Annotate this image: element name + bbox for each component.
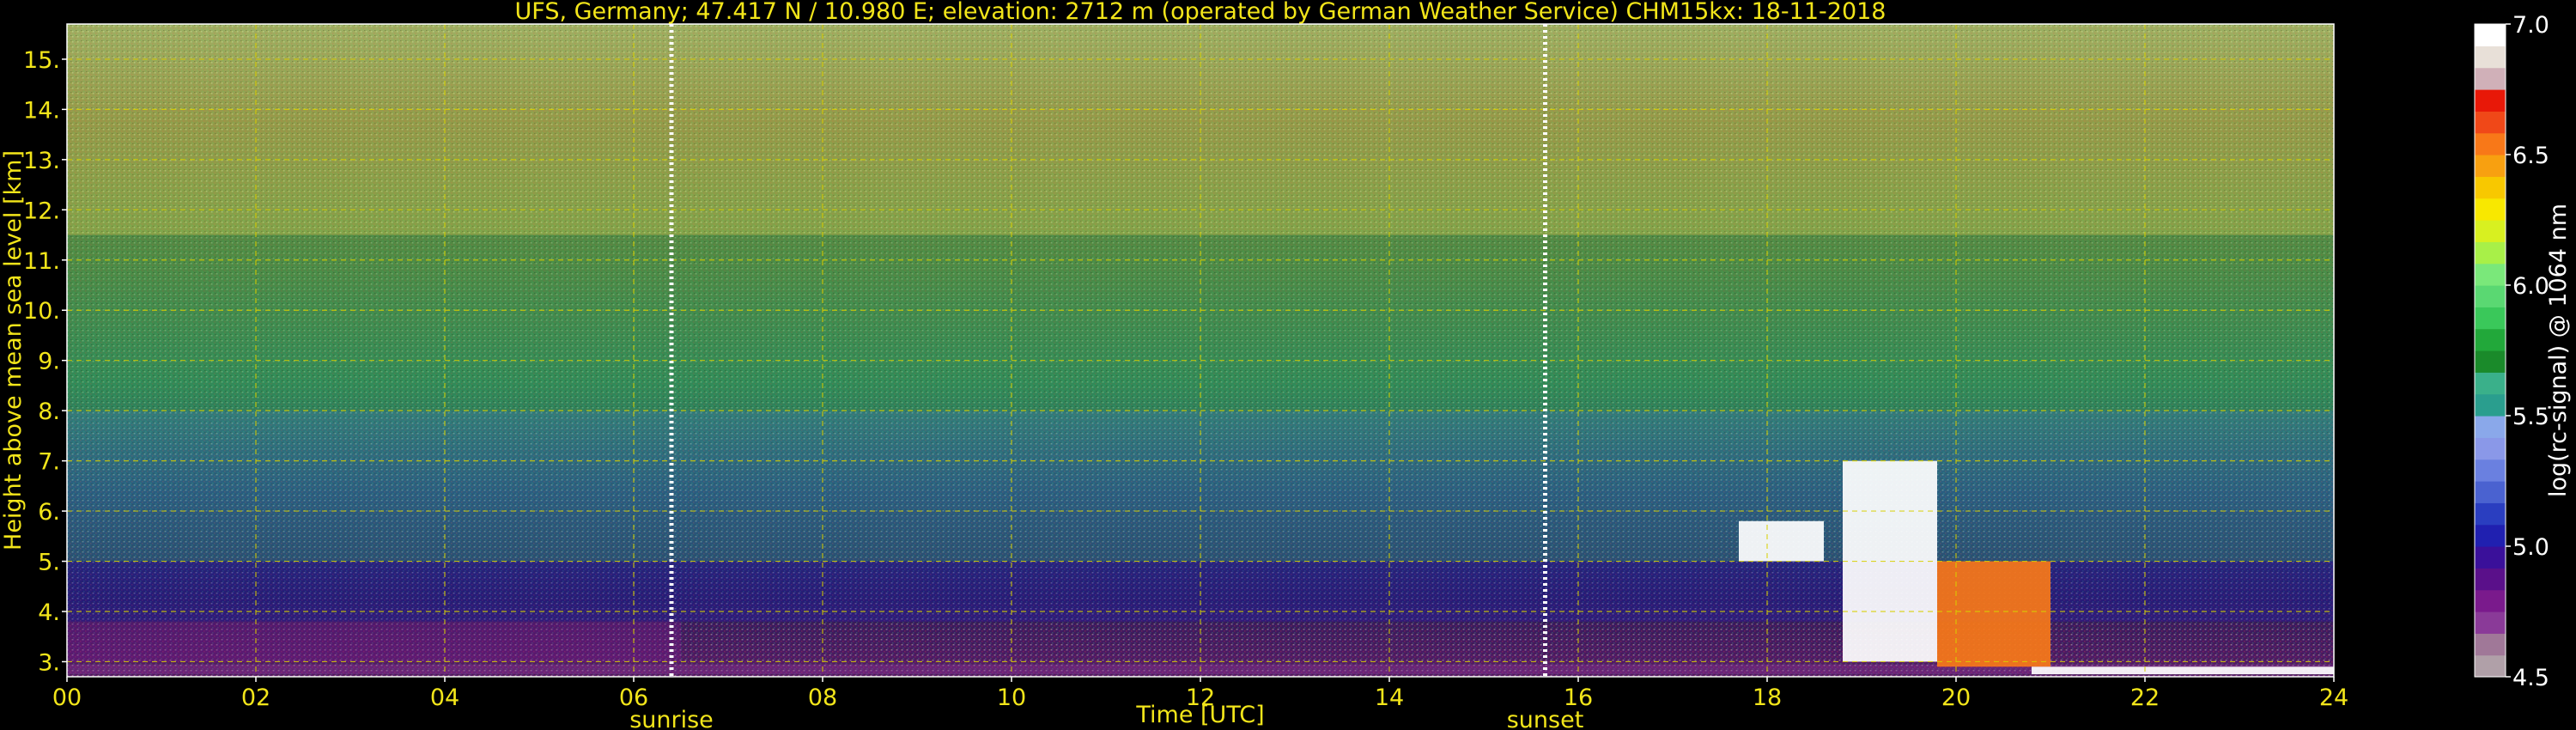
colorbar-segment-12 [2475, 393, 2506, 417]
x-axis-label: Time [UTC] [1135, 702, 1264, 728]
colorbar-segment-11 [2475, 416, 2506, 438]
colorbar-segment-22 [2475, 176, 2506, 199]
colorbar-segment-17 [2475, 285, 2506, 307]
cloud-3 [2032, 666, 2334, 675]
colorbar-segment-20 [2475, 220, 2506, 242]
colorbar-segment-10 [2475, 437, 2506, 460]
y-axis-ticks: 3. 4. 5. 6. 7. 8. 9. 10. 11. 12. 13. 14. 15. [23, 47, 67, 676]
colorbar-segment-23 [2475, 155, 2506, 177]
colorbar-segment-24 [2475, 132, 2506, 155]
colorbar-tick-label-0: 4.5 [2512, 665, 2549, 691]
colorbar-segment-6 [2475, 524, 2506, 547]
x-tick-label-2: 02 [241, 684, 270, 711]
y-tick-label-4: 4. [38, 599, 60, 626]
colorbar-tick-label-1: 5.0 [2512, 534, 2549, 561]
y-tick-label-8: 8. [38, 398, 60, 425]
x-tick-label-10: 10 [997, 684, 1026, 711]
colorbar-segment-5 [2475, 546, 2506, 569]
y-tick-label-13: 13. [23, 148, 60, 174]
colorbar-segment-18 [2475, 263, 2506, 286]
sun-event-labels: sunrise sunset [629, 707, 1583, 730]
colorbar-segment-3 [2475, 589, 2506, 612]
sun-event-label-1: sunset [1507, 707, 1584, 730]
y-tick-label-15: 15. [23, 47, 60, 74]
colorbar-segment-0 [2475, 654, 2506, 678]
colorbar-segment-2 [2475, 611, 2506, 634]
x-tick-label-4: 04 [430, 684, 459, 711]
cloud-0 [1739, 520, 1824, 562]
colorbar-label: log(rc-signal) @ 1064 nm [2545, 204, 2572, 497]
sun-event-label-0: sunrise [629, 707, 714, 730]
colorbar-segment-4 [2475, 568, 2506, 591]
colorbar-tick-label-4: 6.5 [2512, 143, 2549, 169]
colorbar-tick-label-2: 5.5 [2512, 404, 2549, 430]
colorbar-segment-9 [2475, 459, 2506, 482]
x-tick-label-22: 22 [2130, 684, 2160, 711]
x-tick-label-8: 08 [808, 684, 837, 711]
x-tick-label-0: 00 [52, 684, 82, 711]
y-tick-label-3: 3. [38, 649, 60, 676]
colorbar-segment-13 [2475, 372, 2506, 395]
colorbar-segment-29 [2475, 24, 2506, 46]
x-tick-label-14: 14 [1375, 684, 1404, 711]
colorbar-tick-label-3: 6.0 [2512, 273, 2549, 300]
y-tick-label-10: 10. [23, 298, 60, 325]
chart-title: UFS, Germany; 47.417 N / 10.980 E; eleva… [515, 0, 1886, 25]
colorbar-segment-15 [2475, 328, 2506, 351]
cloud-2 [1937, 561, 2050, 667]
colorbar-segment-1 [2475, 633, 2506, 656]
layer-1 [67, 621, 681, 662]
colorbar-segment-26 [2475, 89, 2506, 112]
colorbar-segment-7 [2475, 502, 2506, 526]
x-tick-label-18: 18 [1753, 684, 1782, 711]
x-tick-label-20: 20 [1941, 684, 1971, 711]
colorbar-segment-25 [2475, 111, 2506, 134]
y-tick-label-6: 6. [38, 499, 60, 526]
y-tick-label-11: 11. [23, 248, 60, 275]
colorbar [2474, 23, 2506, 678]
y-tick-label-12: 12. [23, 198, 60, 224]
ceilometer-chart: UFS, Germany; 47.417 N / 10.980 E; eleva… [0, 0, 2572, 730]
colorbar-segment-14 [2475, 350, 2506, 373]
colorbar-segment-21 [2475, 198, 2506, 221]
colorbar-segment-19 [2475, 241, 2506, 265]
y-axis-label: Height above mean sea level [km] [0, 150, 27, 551]
y-tick-label-5: 5. [38, 550, 60, 576]
y-tick-label-7: 7. [38, 449, 60, 476]
y-tick-label-14: 14. [23, 97, 60, 124]
colorbar-tick-label-5: 7.0 [2512, 12, 2549, 39]
y-tick-label-9: 9. [38, 349, 60, 375]
colorbar-segment-28 [2475, 46, 2506, 69]
colorbar-ticks: 4.5 5.0 5.5 6.0 6.5 7.0 [2506, 12, 2549, 691]
x-tick-label-24: 24 [2319, 684, 2348, 711]
colorbar-segment-27 [2475, 67, 2506, 90]
colorbar-segment-16 [2475, 307, 2506, 330]
colorbar-segment-8 [2475, 481, 2506, 503]
